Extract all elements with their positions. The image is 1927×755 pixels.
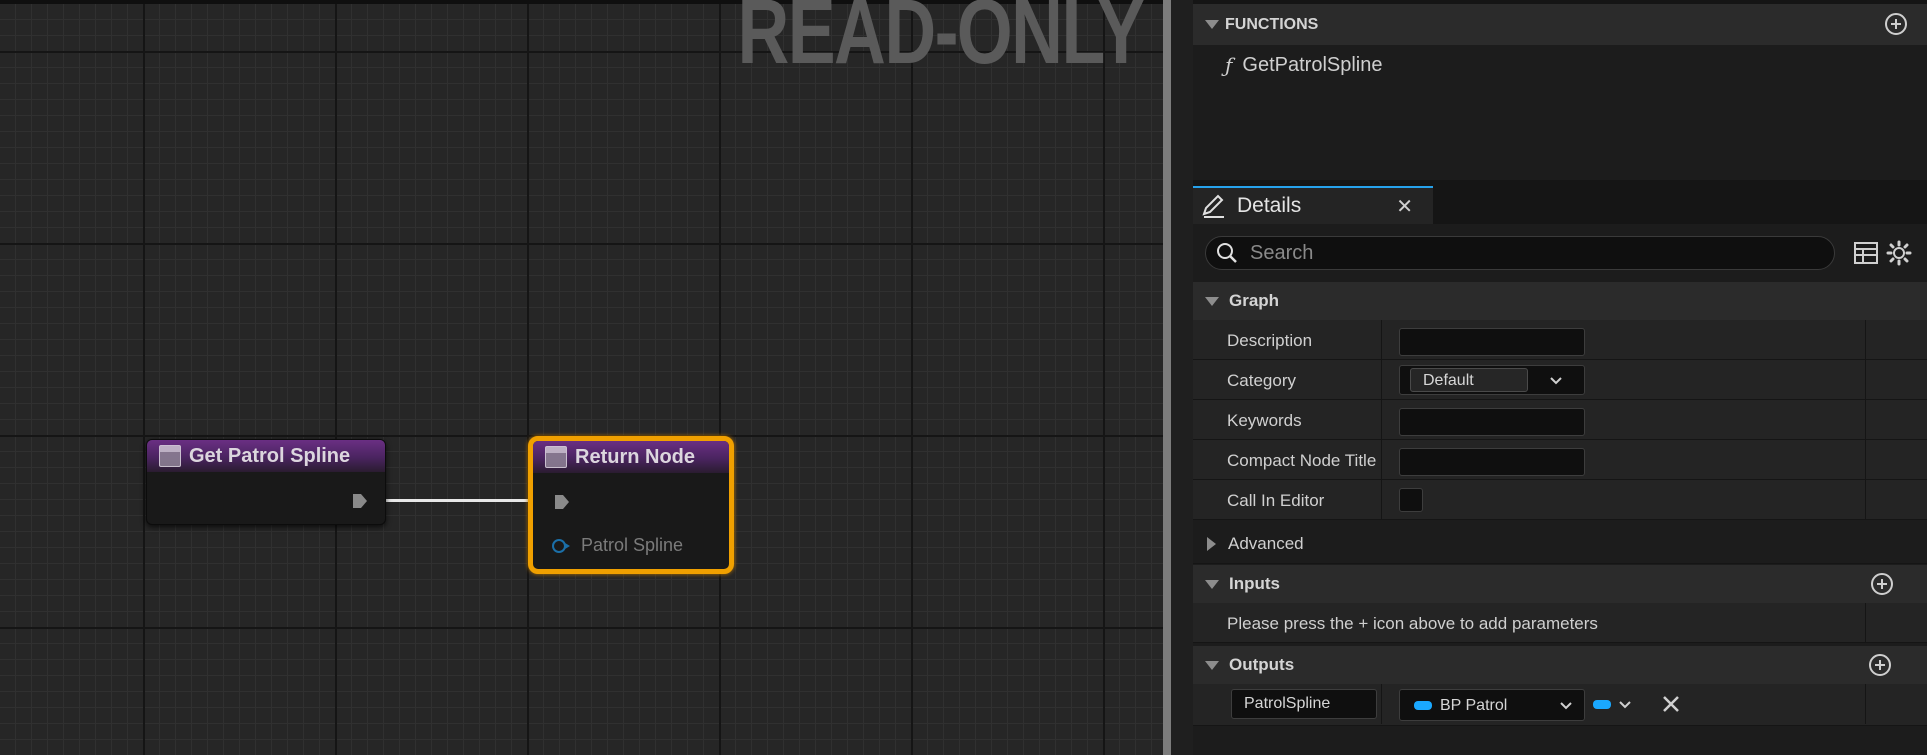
column-divider[interactable] (1381, 440, 1382, 480)
patrol-spline-pin-label: Patrol Spline (581, 535, 684, 555)
exec-wire[interactable] (366, 499, 542, 502)
column-divider (1865, 320, 1866, 360)
compact-node-title-label: Compact Node Title (1227, 451, 1377, 470)
details-tab-bar: Details ✕ (1193, 186, 1927, 224)
compact-node-title-field[interactable] (1399, 448, 1585, 476)
inputs-section-title: Inputs (1229, 574, 1280, 593)
param-type-dropdown[interactable]: BP Patrol (1399, 689, 1585, 721)
search-box[interactable] (1205, 236, 1835, 270)
chevron-down-icon[interactable] (1560, 702, 1572, 710)
column-divider[interactable] (1381, 684, 1382, 724)
add-function-icon[interactable] (1885, 13, 1907, 35)
column-divider (1865, 440, 1866, 480)
search-input[interactable] (1250, 241, 1810, 265)
param-name-field[interactable]: PatrolSpline (1231, 689, 1377, 719)
object-pin-icon[interactable] (551, 538, 571, 554)
graph-section-title: Graph (1229, 291, 1280, 310)
column-divider[interactable] (1381, 480, 1382, 520)
functions-list: ƒ GetPatrolSpline (1193, 45, 1927, 180)
collapse-arrow-icon[interactable] (1205, 579, 1219, 589)
node-header: Return Node (533, 441, 729, 473)
function-icon: ƒ (1225, 53, 1233, 77)
call-in-editor-label: Call In Editor (1227, 491, 1325, 510)
close-icon[interactable]: ✕ (1396, 194, 1413, 219)
chevron-down-icon[interactable] (1619, 701, 1631, 709)
function-name: GetPatrolSpline (1242, 53, 1383, 76)
graph-canvas[interactable]: READ-ONLY Get Patrol Spline Return Node … (0, 0, 1163, 755)
table-view-icon[interactable] (1854, 242, 1878, 264)
chevron-down-icon[interactable] (1550, 377, 1562, 385)
category-dropdown[interactable]: Default (1399, 365, 1585, 395)
column-divider (1865, 360, 1866, 400)
tab-label: Details (1237, 194, 1302, 217)
node-title: Return Node (575, 445, 695, 468)
keywords-field[interactable] (1399, 408, 1585, 436)
object-type-pill-icon (1414, 701, 1432, 710)
call-in-editor-checkbox[interactable] (1399, 488, 1423, 512)
category-label: Category (1227, 371, 1296, 390)
add-output-icon[interactable] (1869, 654, 1891, 676)
panel-splitter[interactable] (1163, 0, 1171, 755)
keywords-label: Keywords (1227, 411, 1302, 430)
read-only-watermark: READ-ONLY (737, 0, 1145, 83)
functions-section-header[interactable]: FUNCTIONS (1193, 4, 1927, 45)
advanced-label: Advanced (1228, 533, 1304, 553)
column-divider (1865, 684, 1866, 724)
get-patrol-spline-node[interactable]: Get Patrol Spline (146, 439, 386, 525)
details-panel: Graph Description Category Default Keywo… (1193, 224, 1927, 755)
exec-out-pin-icon[interactable] (351, 492, 369, 510)
description-field[interactable] (1399, 328, 1585, 356)
compact-node-title-row: Compact Node Title (1193, 440, 1927, 480)
description-row: Description (1193, 320, 1927, 360)
exec-in-pin-icon[interactable] (553, 493, 571, 511)
outputs-section-header[interactable]: Outputs (1193, 646, 1927, 684)
collapse-arrow-icon[interactable] (1205, 296, 1219, 306)
param-type-value: BP Patrol (1440, 697, 1508, 714)
outputs-section-title: Outputs (1229, 655, 1295, 674)
call-in-editor-row: Call In Editor (1193, 480, 1927, 520)
advanced-expander[interactable]: Advanced (1193, 524, 1927, 564)
column-divider[interactable] (1381, 320, 1382, 360)
right-panel: FUNCTIONS ƒ GetPatrolSpline Details ✕ Se… (1193, 0, 1927, 755)
node-header: Get Patrol Spline (147, 440, 385, 472)
graph-section-header[interactable]: Graph (1193, 282, 1927, 320)
keywords-row: Keywords (1193, 400, 1927, 440)
category-row: Category Default (1193, 360, 1927, 400)
column-divider (1865, 480, 1866, 520)
category-value[interactable]: Default (1410, 368, 1528, 392)
gear-icon[interactable] (1886, 240, 1912, 266)
panel-gutter (1171, 0, 1193, 755)
column-divider[interactable] (1381, 400, 1382, 440)
column-divider (1865, 603, 1866, 643)
tab-details[interactable]: Details ✕ (1193, 186, 1433, 224)
inputs-section-header[interactable]: Inputs (1193, 565, 1927, 603)
functions-title: FUNCTIONS (1225, 15, 1319, 33)
container-type-pill-icon[interactable] (1593, 700, 1611, 709)
collapse-arrow-icon[interactable] (1205, 20, 1219, 29)
node-title: Get Patrol Spline (189, 444, 351, 467)
column-divider[interactable] (1381, 360, 1382, 400)
search-icon (1217, 243, 1237, 263)
function-node-icon (159, 445, 181, 467)
function-item[interactable]: ƒ GetPatrolSpline (1225, 53, 1382, 77)
remove-param-icon[interactable] (1661, 694, 1681, 714)
inputs-hint-row: Please press the + icon above to add par… (1193, 603, 1927, 643)
function-node-icon (545, 446, 567, 468)
pencil-icon (1202, 194, 1224, 218)
expand-arrow-icon[interactable] (1207, 536, 1216, 551)
return-node[interactable]: Return Node Patrol Spline (528, 436, 734, 574)
inputs-hint: Please press the + icon above to add par… (1227, 614, 1598, 633)
output-param-row: PatrolSpline BP Patrol (1193, 684, 1927, 726)
description-label: Description (1227, 331, 1313, 350)
column-divider (1865, 400, 1866, 440)
add-input-icon[interactable] (1871, 573, 1893, 595)
collapse-arrow-icon[interactable] (1205, 660, 1219, 670)
